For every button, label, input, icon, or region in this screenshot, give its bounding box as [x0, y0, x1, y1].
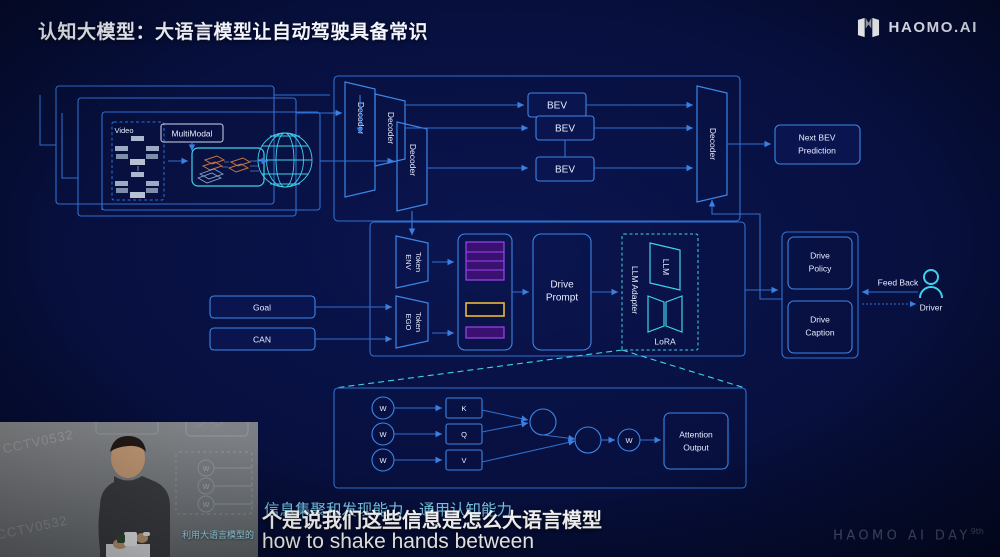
arrow-feedback-to-decoder	[708, 200, 782, 300]
svg-text:W: W	[203, 502, 210, 509]
llm-adapter-label: LLM Adapter	[630, 266, 640, 314]
event-watermark-text: HAOMO AI DAY	[833, 528, 971, 543]
bev-label: BEV	[555, 124, 575, 135]
lora-right-shape	[665, 295, 683, 333]
output-decoder-label: Decoder	[708, 128, 718, 160]
lora-left-shape	[647, 295, 665, 333]
person-icon	[919, 269, 943, 299]
input-frame-stack	[55, 85, 321, 217]
projection-box: K	[394, 397, 483, 419]
video-label: Video	[114, 126, 133, 135]
weight-label: W	[379, 404, 387, 413]
projection-box: V	[394, 449, 483, 471]
merge-node-1	[529, 408, 557, 436]
video-source-box: Video	[111, 121, 165, 201]
drive-policy-box: Drive Policy	[787, 236, 853, 290]
wireframe-globe-icon	[257, 132, 313, 188]
decoder-group: Decoder Decoder Decoder	[344, 81, 428, 212]
feed-back-label: Feed Back	[878, 277, 919, 287]
projection-label: Q	[461, 430, 467, 439]
feedback-group: Feed Back Driver	[862, 269, 943, 312]
drive-caption-line1: Drive	[810, 314, 830, 324]
drive-caption-box: Drive Caption	[787, 300, 853, 354]
svg-text:W: W	[203, 466, 210, 473]
presenter-picture-in-picture: W W W CCTV0532 CCTV0532 利用大语言模型的	[0, 422, 258, 557]
goal-label: Goal	[253, 302, 271, 312]
output-decoder-block: Decoder	[696, 85, 728, 203]
env-token-line1: ENV	[404, 254, 413, 269]
event-watermark: HAOMO AI DAY9th	[833, 527, 984, 543]
next-bev-prediction-box: Next BEV Prediction	[727, 124, 861, 165]
drive-policy-line2: Policy	[809, 263, 832, 273]
attention-output-box: Attention Output	[663, 412, 729, 470]
bev-box: BEV	[535, 156, 595, 182]
multimodal-label: MultiModal	[171, 128, 212, 138]
decoder-block: Decoder	[396, 121, 428, 212]
event-watermark-sup: 9th	[970, 526, 984, 536]
drive-prompt-line1: Drive	[550, 280, 574, 291]
decoder-block: Decoder	[374, 93, 406, 167]
token-sequence-box	[432, 233, 513, 351]
attention-merge-nodes	[481, 408, 602, 463]
llm-label: LLM	[661, 259, 671, 276]
projection-label: K	[461, 404, 466, 413]
next-bev-line1: Next BEV	[799, 132, 836, 142]
weight-node: W	[371, 396, 395, 420]
env-token-block: ENV Token	[395, 235, 429, 289]
weight-label: W	[379, 456, 387, 465]
svg-text:W: W	[203, 484, 210, 491]
driver-label: Driver	[920, 302, 943, 312]
can-box: CAN	[209, 327, 392, 351]
slide-screenshot: 认知大模型：大语言模型让自动驾驶具备常识 HAOMO.AI Video Mult…	[0, 0, 1000, 557]
decoder-label: Decoder	[386, 112, 396, 144]
decoder-label: Decoder	[408, 144, 418, 176]
ego-token-line2: Token	[414, 312, 423, 332]
weight-label: W	[379, 430, 387, 439]
merge-node-2	[574, 426, 602, 454]
highlight-token-row	[465, 302, 505, 317]
projection-box: Q	[394, 423, 483, 445]
subtitle-chinese: 个是说我们这些信息是怎么大语言模型	[262, 510, 602, 532]
subtitle-english: how to shake hands between	[262, 530, 535, 553]
multimodal-box: MultiModal	[160, 123, 224, 151]
drive-policy-line1: Drive	[810, 250, 830, 260]
ego-token-line1: EGO	[404, 314, 413, 331]
bev-box: BEV	[535, 115, 595, 141]
layered-feature-maps-icon	[191, 147, 265, 187]
drive-prompt-box: Drive Prompt	[512, 233, 592, 351]
projection-label: V	[461, 456, 466, 465]
purple-token-rows	[465, 241, 505, 281]
weight-node: W	[371, 448, 395, 472]
out-weight-label: W	[625, 436, 633, 445]
next-bev-line2: Prediction	[798, 145, 836, 155]
drive-prompt-line2: Prompt	[546, 293, 578, 304]
bev-box: BEV	[527, 92, 587, 118]
attention-output-line2: Output	[683, 442, 709, 452]
weight-node: W	[371, 422, 395, 446]
drive-caption-line2: Caption	[805, 327, 835, 337]
lora-label: LoRA	[654, 336, 676, 346]
can-label: CAN	[253, 334, 271, 344]
ego-token-block: EGO Token	[395, 295, 429, 349]
decoder-label: Decoder	[356, 102, 366, 134]
bev-label: BEV	[555, 165, 575, 176]
env-token-line2: Token	[414, 252, 423, 272]
attention-output-line1: Attention	[679, 429, 713, 439]
attention-out-weight: W	[601, 428, 661, 452]
attention-projection-group: K Q V	[394, 397, 483, 471]
presenter-figure	[98, 436, 170, 557]
goal-box: Goal	[209, 295, 392, 319]
attention-weight-group: W W W	[371, 396, 395, 472]
llm-adapter-box: LLM Adapter LLM LoRA	[591, 233, 699, 351]
pip-slide-caption: 利用大语言模型的	[181, 530, 254, 540]
bev-label: BEV	[547, 101, 567, 112]
purple-token-tail	[465, 326, 505, 339]
bev-group: BEV BEV BEV	[527, 92, 595, 182]
